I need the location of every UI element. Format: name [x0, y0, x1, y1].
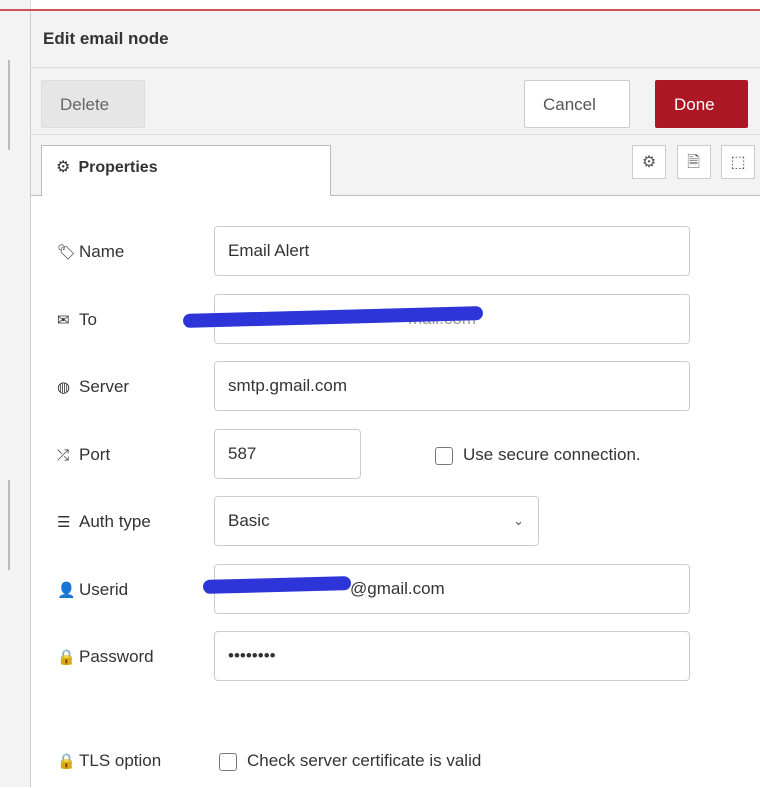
userid-row: 👤 Userid @gmail.com	[31, 564, 760, 616]
edge-mark	[8, 60, 10, 150]
settings-icon[interactable]: ⚙	[632, 145, 667, 179]
server-label: Server	[79, 377, 130, 396]
tray-title: Edit email node	[31, 11, 760, 68]
password-row: 🔒 Password ••••••••	[31, 631, 760, 683]
delete-button[interactable]: Delete	[41, 80, 145, 128]
cog-icon: ⚙	[56, 159, 71, 176]
server-row: ◍ Server smtp.gmail.com	[31, 361, 760, 413]
tls-label: TLS option	[79, 751, 162, 770]
done-button[interactable]: Done	[655, 80, 748, 128]
server-input[interactable]: smtp.gmail.com	[214, 361, 690, 411]
list-icon: ☰	[57, 514, 71, 531]
cancel-button[interactable]: Cancel	[524, 80, 630, 128]
appearance-icon[interactable]: ⬚	[721, 145, 755, 179]
globe-icon: ◍	[57, 379, 71, 396]
tls-row: 🔒 TLS option Check server certificate is …	[31, 735, 760, 787]
tls-checkbox[interactable]	[219, 752, 237, 771]
edit-tray: Edit email node Delete Cancel Done ⚙ Pro…	[30, 11, 760, 787]
secure-connection-label: Use secure connection.	[463, 445, 641, 464]
lock-icon: 🔒	[57, 753, 76, 770]
user-icon: 👤	[57, 582, 76, 599]
port-label: Port	[79, 445, 111, 464]
name-input[interactable]: Email Alert	[214, 226, 690, 276]
tls-option: Check server certificate is valid	[219, 735, 481, 787]
edge-mark	[8, 480, 10, 570]
secure-connection-option: Use secure connection.	[435, 429, 641, 481]
auth-label: Auth type	[79, 512, 151, 531]
tray-toolbar: Delete Cancel Done	[31, 68, 760, 135]
random-icon: ⤮	[57, 447, 70, 464]
workspace-edge	[0, 0, 31, 787]
name-row: 🏷 Name Email Alert	[31, 226, 760, 278]
tab-properties-label: Properties	[78, 159, 158, 176]
to-row: ✉To mail.com	[31, 294, 760, 346]
auth-select[interactable]: Basic ⌄	[214, 496, 539, 546]
password-input[interactable]: ••••••••	[214, 631, 690, 681]
tab-bar: ⚙ Properties ⚙ 🗎 ⬚	[31, 135, 760, 196]
tab-properties[interactable]: ⚙ Properties	[41, 145, 331, 196]
auth-row: ☰ Auth type Basic ⌄	[31, 496, 760, 548]
port-row: ⤮ Port 587 Use secure connection.	[31, 429, 760, 481]
password-label: Password	[79, 647, 154, 666]
chevron-down-icon: ⌄	[513, 513, 524, 528]
tab-icons: ⚙ 🗎 ⬚	[632, 145, 760, 179]
to-label: To	[79, 310, 97, 329]
secure-connection-checkbox[interactable]	[435, 446, 453, 465]
description-icon[interactable]: 🗎	[676, 145, 711, 179]
name-label: Name	[79, 242, 125, 261]
auth-select-value: Basic	[228, 511, 270, 530]
tls-check-label: Check server certificate is valid	[247, 751, 482, 770]
lock-icon: 🔒	[57, 649, 76, 666]
tag-icon: 🏷	[57, 244, 77, 261]
port-input[interactable]: 587	[214, 429, 361, 479]
envelope-icon: ✉	[57, 312, 70, 329]
userid-label: Userid	[79, 580, 129, 599]
